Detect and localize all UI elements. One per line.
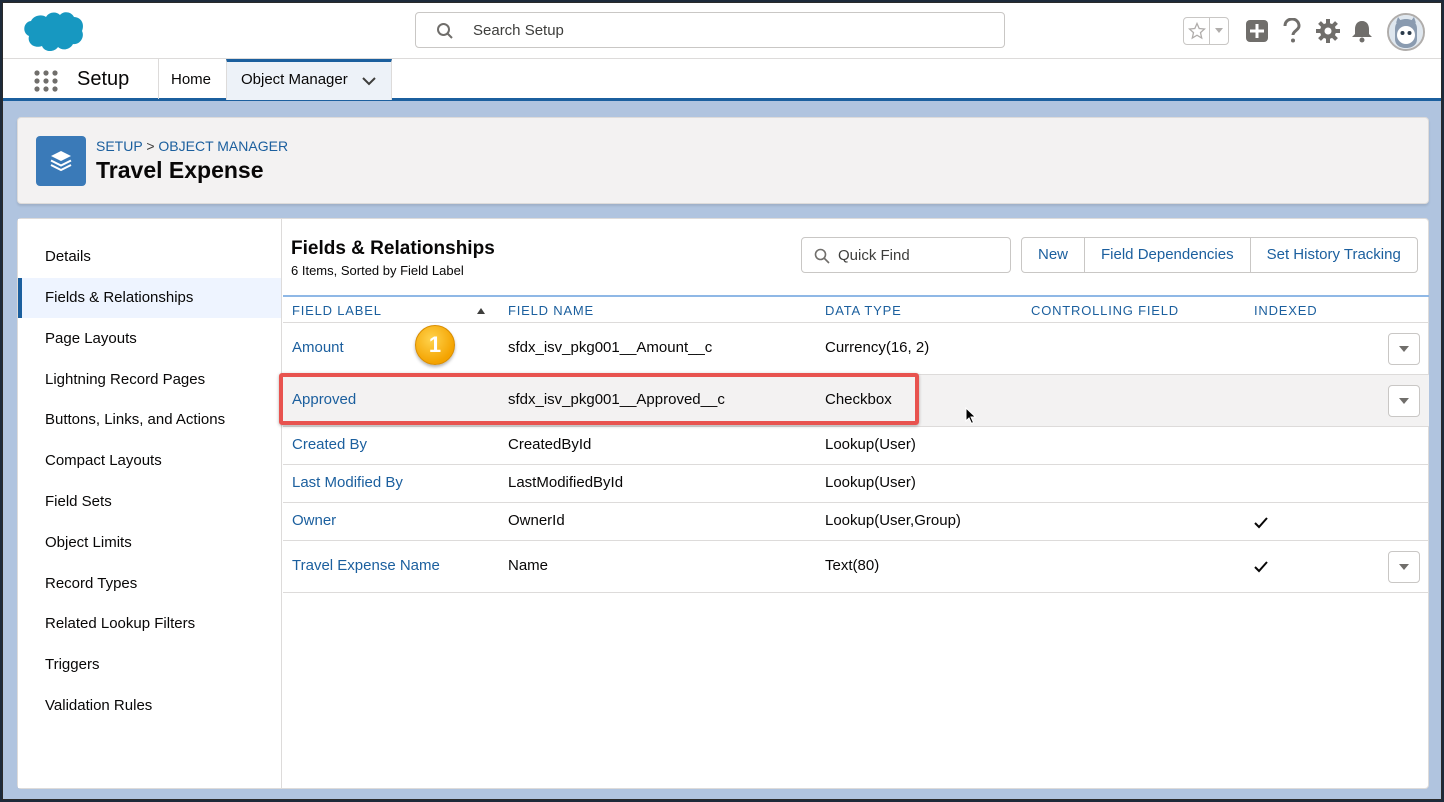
field-label-link[interactable]: Created By (292, 436, 367, 453)
search-icon (437, 23, 453, 39)
table-row: Last Modified By LastModifiedById Lookup… (283, 465, 1429, 503)
object-sidebar: Details Fields & Relationships Page Layo… (18, 219, 282, 788)
tab-object-manager-label: Object Manager (241, 71, 348, 88)
sidebar-item-related-lookup-filters[interactable]: Related Lookup Filters (18, 604, 281, 644)
section-title: Fields & Relationships (291, 238, 495, 259)
field-label-link[interactable]: Last Modified By (292, 474, 403, 491)
table-row: Created By CreatedById Lookup(User) (283, 427, 1429, 465)
tab-home[interactable]: Home (171, 71, 211, 88)
page-title: Travel Expense (96, 157, 264, 183)
sort-ascending-icon[interactable] (476, 307, 486, 315)
table-row: Approved sfdx_isv_pkg001__Approved__c Ch… (283, 375, 1429, 427)
chevron-down-icon (1399, 564, 1409, 570)
field-label-link[interactable]: Travel Expense Name (292, 557, 440, 574)
breadcrumb-separator: > (146, 138, 155, 154)
field-data-type: Lookup(User) (825, 474, 916, 491)
new-button[interactable]: New (1022, 238, 1086, 272)
avatar[interactable] (1387, 13, 1425, 51)
set-history-tracking-button[interactable]: Set History Tracking (1251, 238, 1417, 272)
app-launcher-icon[interactable] (33, 69, 59, 93)
field-label-link[interactable]: Approved (292, 391, 356, 408)
breadcrumb: SETUP > OBJECT MANAGER (96, 138, 288, 154)
gear-icon[interactable] (1314, 17, 1342, 45)
sidebar-item-buttons-links-actions[interactable]: Buttons, Links, and Actions (18, 400, 281, 440)
column-field-name[interactable]: FIELD NAME (508, 303, 594, 318)
sidebar-item-object-limits[interactable]: Object Limits (18, 523, 281, 563)
sidebar-item-compact-layouts[interactable]: Compact Layouts (18, 441, 281, 481)
quick-find-placeholder: Quick Find (838, 247, 910, 264)
table-row: Travel Expense Name Name Text(80) (283, 541, 1429, 593)
sidebar-item-record-types[interactable]: Record Types (18, 564, 281, 604)
global-search[interactable]: Search Setup (415, 12, 1005, 48)
field-api-name: OwnerId (508, 512, 565, 529)
window: Search Setup Setup Home Object Manager S… (2, 2, 1442, 800)
column-controlling-field[interactable]: CONTROLLING FIELD (1031, 303, 1179, 318)
search-placeholder[interactable]: Search Setup (473, 22, 564, 39)
sidebar-item-fields-relationships[interactable]: Fields & Relationships (18, 278, 281, 318)
layers-icon (36, 136, 86, 186)
help-icon[interactable] (1278, 17, 1306, 45)
field-label-link[interactable]: Owner (292, 512, 336, 529)
row-actions-button[interactable] (1388, 551, 1420, 583)
sidebar-item-validation-rules[interactable]: Validation Rules (18, 686, 281, 726)
action-buttons: New Field Dependencies Set History Track… (1021, 237, 1418, 273)
field-data-type: Currency(16, 2) (825, 339, 930, 356)
chevron-down-icon (1399, 398, 1409, 404)
nav-divider (158, 59, 159, 99)
checkmark-icon (1254, 517, 1268, 529)
chevron-down-icon[interactable] (1210, 18, 1228, 44)
checkmark-icon (1254, 561, 1268, 573)
main-card: Details Fields & Relationships Page Layo… (17, 218, 1429, 789)
chevron-down-icon (1399, 346, 1409, 352)
field-api-name: sfdx_isv_pkg001__Amount__c (508, 339, 713, 356)
app-name: Setup (77, 68, 130, 90)
salesforce-logo[interactable] (19, 9, 85, 55)
plus-icon[interactable] (1243, 17, 1271, 45)
page-header: SETUP > OBJECT MANAGER Travel Expense (17, 117, 1429, 204)
field-dependencies-button[interactable]: Field Dependencies (1085, 238, 1251, 272)
table-row: Owner OwnerId Lookup(User,Group) (283, 503, 1429, 541)
star-icon[interactable] (1184, 18, 1210, 44)
global-header: Search Setup (3, 3, 1441, 59)
field-data-type: Lookup(User,Group) (825, 512, 961, 529)
field-data-type: Lookup(User) (825, 436, 916, 453)
fields-content: Fields & Relationships 6 Items, Sorted b… (283, 219, 1429, 788)
row-actions-button[interactable] (1388, 333, 1420, 365)
favorites-group (1183, 17, 1229, 45)
sidebar-item-field-sets[interactable]: Field Sets (18, 482, 281, 522)
breadcrumb-object-manager[interactable]: OBJECT MANAGER (158, 138, 288, 154)
column-field-label[interactable]: FIELD LABEL (292, 303, 382, 318)
field-label-link[interactable]: Amount (292, 339, 344, 356)
field-api-name: LastModifiedById (508, 474, 624, 491)
field-api-name: sfdx_isv_pkg001__Approved__c (508, 391, 725, 408)
mouse-cursor-icon (965, 407, 977, 425)
field-data-type: Text(80) (825, 557, 880, 574)
context-bar: Setup Home Object Manager (3, 59, 1441, 101)
sidebar-item-page-layouts[interactable]: Page Layouts (18, 319, 281, 359)
bell-icon[interactable] (1348, 17, 1376, 45)
table-header: FIELD LABEL FIELD NAME DATA TYPE CONTROL… (283, 295, 1429, 323)
section-subtitle: 6 Items, Sorted by Field Label (291, 263, 464, 278)
table-row: Amount sfdx_isv_pkg001__Amount__c Curren… (283, 323, 1429, 375)
sidebar-item-triggers[interactable]: Triggers (18, 645, 281, 685)
sidebar-item-lightning-record-pages[interactable]: Lightning Record Pages (18, 360, 281, 400)
chevron-down-icon[interactable] (361, 73, 377, 89)
row-actions-button[interactable] (1388, 385, 1420, 417)
search-icon (814, 248, 830, 264)
column-data-type[interactable]: DATA TYPE (825, 303, 902, 318)
field-data-type: Checkbox (825, 391, 892, 408)
field-api-name: Name (508, 557, 549, 574)
field-api-name: CreatedById (508, 436, 592, 453)
quick-find-input[interactable]: Quick Find (801, 237, 1011, 273)
breadcrumb-setup[interactable]: SETUP (96, 138, 142, 154)
sidebar-item-details[interactable]: Details (18, 237, 281, 277)
column-indexed[interactable]: INDEXED (1254, 303, 1317, 318)
tab-object-manager[interactable]: Object Manager (226, 59, 392, 100)
step-callout-badge: 1 (415, 325, 455, 365)
